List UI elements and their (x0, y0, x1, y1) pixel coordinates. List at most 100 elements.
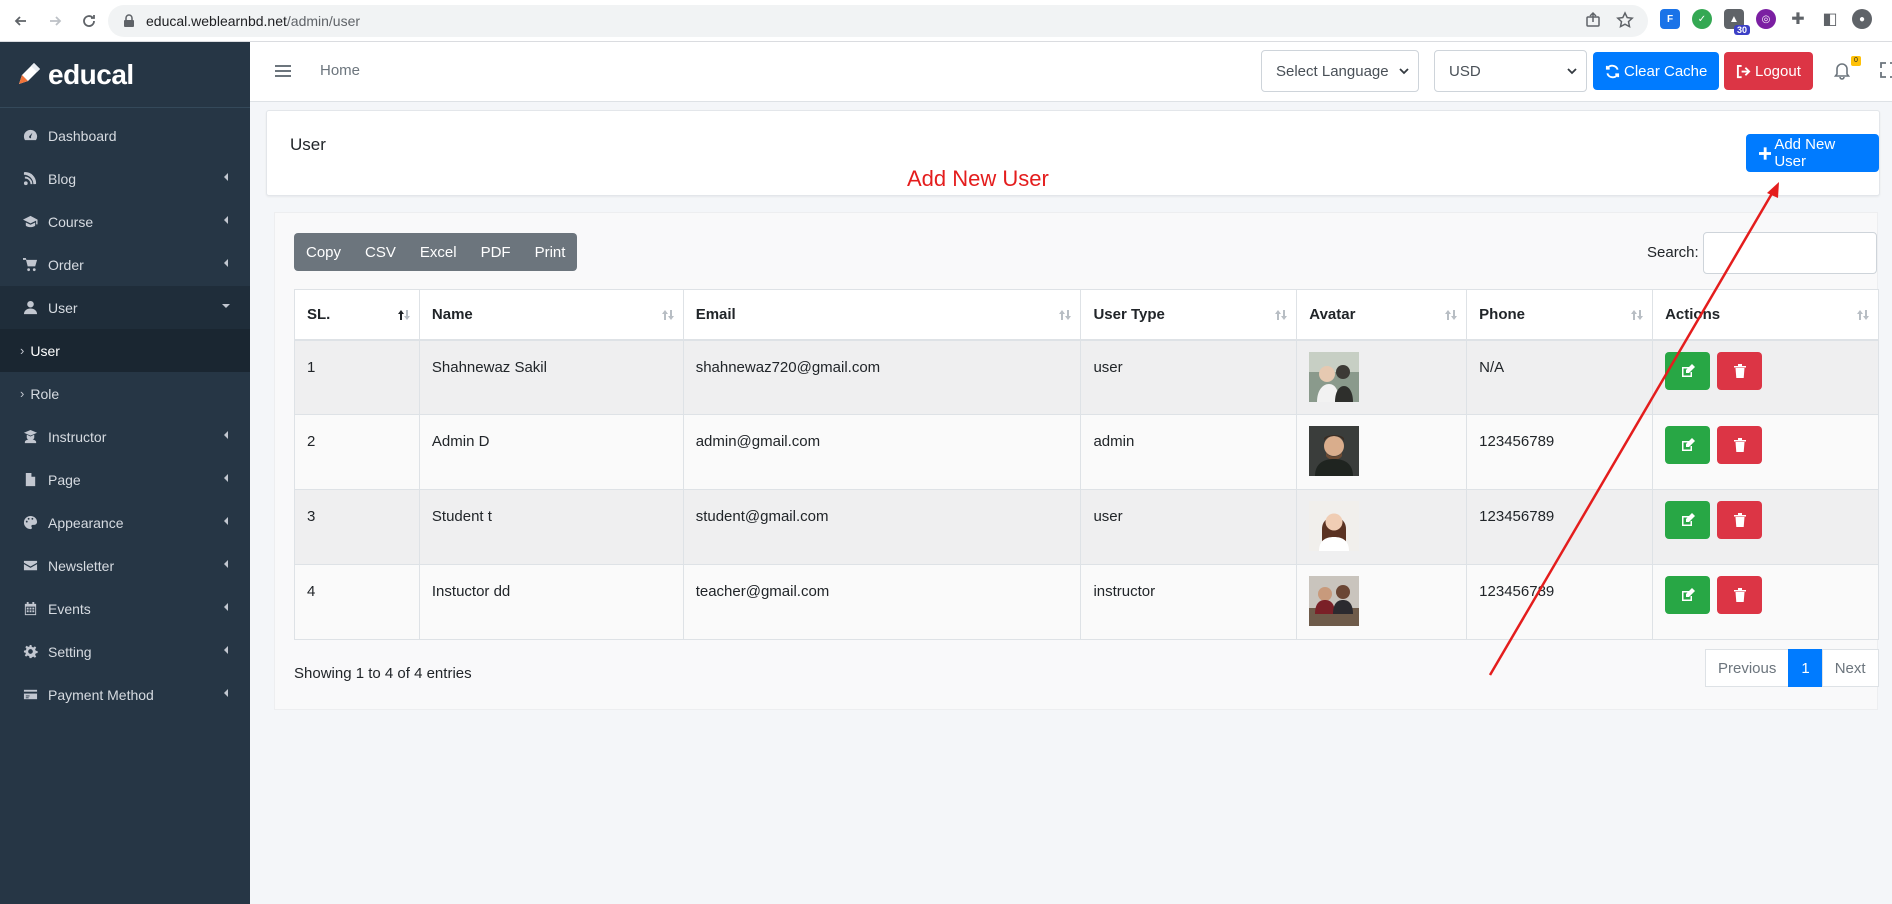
sidebar-item-page[interactable]: Page (0, 458, 250, 501)
cell-sl: 4 (294, 564, 420, 640)
edit-button[interactable] (1665, 426, 1711, 464)
cell-name: Instuctor dd (418, 564, 684, 640)
column-header-actions[interactable]: Actions (1652, 289, 1879, 341)
fullscreen-icon[interactable] (1880, 62, 1892, 78)
annotation-label: Add New User (907, 166, 1049, 191)
home-link[interactable]: Home (320, 62, 360, 79)
table-info: Showing 1 to 4 of 4 entries (294, 665, 472, 682)
sidebar-item-events[interactable]: Events (0, 587, 250, 630)
chevron-down-icon (1399, 68, 1409, 75)
pdf-button[interactable]: PDF (469, 233, 523, 271)
sidebar-subitem-label: Role (30, 385, 60, 402)
bell-icon[interactable] (1832, 60, 1852, 80)
sort-icon (1631, 310, 1644, 320)
sidebar-item-instructor[interactable]: Instructor (0, 415, 250, 458)
chevron-right-icon: › (20, 386, 25, 401)
excel-button[interactable]: Excel (408, 233, 469, 271)
column-header-phone[interactable]: Phone (1466, 289, 1654, 341)
delete-button[interactable] (1717, 501, 1763, 539)
avatar-image (1309, 351, 1360, 402)
extension-translate-icon[interactable]: F (1660, 9, 1680, 29)
sidebar-item-blog[interactable]: Blog (0, 157, 250, 200)
sidebar-item-newsletter[interactable]: Newsletter (0, 544, 250, 587)
cell-actions (1652, 489, 1879, 565)
extension-shield-icon[interactable]: ✓ (1692, 9, 1712, 29)
plus-icon (1759, 146, 1772, 160)
sidebar-item-payment-method[interactable]: Payment Method (0, 673, 250, 716)
delete-button[interactable] (1717, 351, 1763, 390)
extension-graduation-icon[interactable]: ▲ 30 (1724, 9, 1750, 35)
clear-cache-button[interactable]: Clear Cache (1593, 52, 1720, 90)
address-bar[interactable]: educal.weblearnbd.net/admin/user (108, 5, 1648, 37)
edit-button[interactable] (1665, 576, 1711, 614)
sign-out-icon (1736, 64, 1751, 78)
brand[interactable]: educal (0, 42, 250, 108)
sidebar-item-label: Appearance (48, 514, 124, 531)
extensions-puzzle-icon[interactable]: ✚ (1788, 9, 1808, 29)
sidebar-item-dashboard[interactable]: Dashboard (0, 114, 250, 157)
trash-icon (1733, 363, 1746, 378)
hamburger-menu-icon[interactable] (274, 62, 292, 80)
cell-name: Admin D (418, 414, 684, 490)
extension-color-icon[interactable]: ◎ (1756, 9, 1776, 29)
column-header-avatar[interactable]: Avatar (1296, 289, 1468, 341)
currency-select-value: USD (1449, 62, 1481, 80)
url-host: educal.weblearnbd.net (146, 13, 287, 29)
browser-toolbar: educal.weblearnbd.net/admin/user F ✓ ▲ 30… (0, 0, 1892, 42)
reload-icon[interactable] (76, 8, 102, 34)
edit-icon (1681, 588, 1695, 601)
sidebar-subitem-role[interactable]: › Role (0, 372, 250, 415)
sidebar-item-order[interactable]: Order (0, 243, 250, 286)
search-input[interactable] (1703, 232, 1877, 274)
cell-actions (1652, 339, 1879, 415)
page-icon (22, 472, 38, 488)
pagination-previous[interactable]: Previous (1705, 649, 1790, 687)
envelope-icon (22, 558, 38, 574)
sidebar-subitem-user[interactable]: › User (0, 329, 250, 372)
language-select[interactable]: Select Language (1261, 50, 1419, 92)
cell-avatar (1296, 564, 1468, 640)
forward-icon[interactable] (42, 8, 68, 34)
pagination-page[interactable]: 1 (1788, 649, 1823, 687)
share-icon[interactable] (1584, 11, 1602, 29)
sidebar-item-label: Page (48, 471, 81, 488)
profile-avatar-icon[interactable]: ● (1852, 9, 1872, 29)
back-icon[interactable] (8, 8, 34, 34)
chevron-left-icon (224, 603, 228, 611)
sidebar-item-appearance[interactable]: Appearance (0, 501, 250, 544)
cell-user-type: admin (1080, 414, 1298, 490)
cell-name: Student t (418, 489, 684, 565)
sidebar-item-course[interactable]: Course (0, 200, 250, 243)
copy-button[interactable]: Copy (294, 233, 353, 271)
column-header-name[interactable]: Name (418, 289, 684, 341)
users-table-card: Copy CSV Excel PDF Print Search: SL. Nam… (274, 212, 1879, 710)
cell-user-type: user (1080, 339, 1298, 415)
search-label: Search: (1647, 244, 1699, 261)
delete-button[interactable] (1717, 576, 1763, 614)
print-button[interactable]: Print (523, 233, 578, 271)
sidebar-item-label: Setting (48, 643, 92, 660)
logout-button[interactable]: Logout (1724, 52, 1813, 90)
side-panel-icon[interactable]: ◧ (1820, 9, 1840, 29)
edit-icon (1681, 363, 1695, 377)
sidebar-item-setting[interactable]: Setting (0, 630, 250, 673)
add-new-user-button[interactable]: Add New User (1746, 134, 1879, 172)
pencil-logo-icon (19, 62, 40, 84)
currency-select[interactable]: USD (1434, 50, 1587, 92)
edit-button[interactable] (1665, 351, 1711, 390)
delete-button[interactable] (1717, 426, 1763, 464)
sync-icon (1605, 64, 1620, 78)
pagination-next[interactable]: Next (1821, 649, 1879, 687)
cell-user-type: user (1080, 489, 1298, 565)
column-header-sl[interactable]: SL. (294, 289, 420, 341)
column-header-user-type[interactable]: User Type (1080, 289, 1298, 341)
cell-avatar (1296, 414, 1468, 490)
chevron-left-icon (224, 689, 228, 697)
bookmark-star-icon[interactable] (1616, 11, 1634, 29)
sidebar-item-user[interactable]: User (0, 286, 250, 329)
table-row: 4 Instuctor dd teacher@gmail.com instruc… (294, 564, 1879, 640)
sidebar-item-label: Instructor (48, 428, 107, 445)
edit-button[interactable] (1665, 501, 1711, 539)
column-header-email[interactable]: Email (682, 289, 1082, 341)
csv-button[interactable]: CSV (353, 233, 408, 271)
